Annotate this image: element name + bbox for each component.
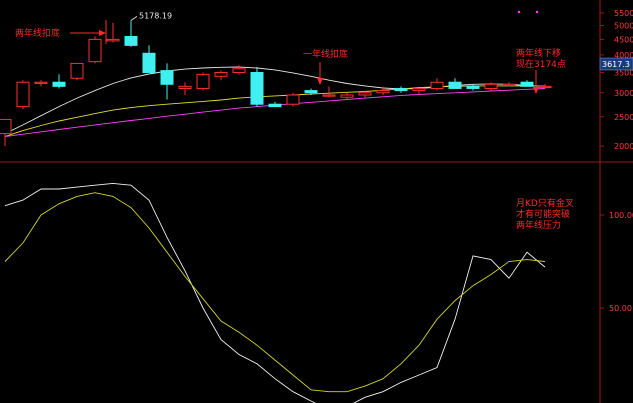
candle-9 xyxy=(160,63,174,100)
candle-body xyxy=(538,85,552,89)
annotation-one-year-base: 一年线扣底 xyxy=(303,48,348,60)
candle-12 xyxy=(214,70,228,81)
candle-10 xyxy=(178,82,192,95)
candle-27 xyxy=(484,82,498,91)
peak-marker xyxy=(130,16,138,21)
price-tick-label: 2000 xyxy=(614,142,633,151)
candle-body xyxy=(52,81,66,87)
annotation-ma-down: 两年线下移 xyxy=(516,47,561,59)
candle-body xyxy=(214,71,228,77)
candle-6 xyxy=(106,22,120,43)
candle-22 xyxy=(394,86,408,93)
marker-dot xyxy=(517,10,521,14)
candle-0 xyxy=(0,118,12,147)
candle-body xyxy=(286,94,300,105)
candle-body xyxy=(268,103,282,108)
marker-dot xyxy=(535,10,539,14)
annotation-kd-3: 两年线压力 xyxy=(516,219,561,231)
arrowhead-current xyxy=(533,87,539,94)
candle-body xyxy=(70,62,84,79)
candle-25 xyxy=(448,78,462,89)
candle-3 xyxy=(52,74,66,89)
price-tick-label: 2500 xyxy=(614,113,633,122)
candle-body xyxy=(502,83,516,86)
candle-body xyxy=(358,92,372,96)
candle-11 xyxy=(196,72,210,91)
candle-16 xyxy=(286,92,300,107)
candle-26 xyxy=(466,84,480,91)
ma-line-0 xyxy=(4,66,546,135)
arrowhead-one-year xyxy=(317,78,323,85)
candle-body xyxy=(448,81,462,89)
candle-body xyxy=(412,87,426,92)
candle-body xyxy=(124,36,138,46)
candle-body xyxy=(88,38,102,63)
annotation-kd-2: 才有可能突破 xyxy=(516,208,570,220)
candle-body xyxy=(520,81,534,87)
candle-body xyxy=(322,94,336,97)
price-tick-label: 5000 xyxy=(614,22,633,31)
candle-19 xyxy=(340,92,354,100)
candle-4 xyxy=(70,62,84,81)
candle-14 xyxy=(250,66,264,107)
candle-body xyxy=(394,87,408,92)
candle-body xyxy=(304,90,318,94)
candle-body xyxy=(484,83,498,89)
chart-stage: 2000 2500 3000 3500 4000 4500 5000 5500 5178.19 3… xyxy=(0,0,633,403)
candle-5 xyxy=(88,36,102,64)
arrowhead-two-year xyxy=(99,30,106,36)
candle-1 xyxy=(16,80,30,110)
candle-24 xyxy=(430,78,444,91)
price-tick-label: 3000 xyxy=(614,89,633,98)
candle-2 xyxy=(34,80,48,87)
annotation-kd-1: 月KD只有金叉 xyxy=(516,197,574,209)
candle-8 xyxy=(142,45,156,73)
candle-body xyxy=(178,85,192,89)
peak-label: 5178.19 xyxy=(139,11,172,20)
candle-body xyxy=(466,85,480,89)
candle-15 xyxy=(268,101,282,108)
candle-30 xyxy=(538,84,552,89)
candle-body xyxy=(106,38,120,42)
kline-chart: 200025003000350040004500500055005178.193… xyxy=(0,0,633,403)
candle-7 xyxy=(124,20,138,47)
candle-body xyxy=(0,118,12,135)
candle-body xyxy=(142,52,156,73)
annotation-current-level: 现在3174点 xyxy=(516,58,566,70)
kd-tick-label: 50.00 xyxy=(609,304,632,313)
candle-body xyxy=(232,68,246,73)
candle-body xyxy=(430,81,444,89)
candle-body xyxy=(250,71,264,105)
candle-body xyxy=(16,81,30,108)
ma-line-1 xyxy=(4,85,545,138)
current-price-label: 3617.3 xyxy=(602,60,630,69)
candle-body xyxy=(376,90,390,94)
candle-13 xyxy=(232,65,246,75)
candle-body xyxy=(196,73,210,89)
annotation-two-year-base: 两年线扣底 xyxy=(15,27,60,39)
kd-line-D xyxy=(4,192,546,393)
candle-body xyxy=(160,70,174,85)
candle-body xyxy=(34,81,48,84)
kd-tick-label: 100.00 xyxy=(609,211,633,220)
candle-28 xyxy=(502,82,516,87)
price-tick-label: 4500 xyxy=(614,35,633,44)
candle-18 xyxy=(322,86,336,98)
candle-body xyxy=(340,94,354,98)
candle-29 xyxy=(520,80,534,87)
price-tick-label: 5500 xyxy=(614,9,633,18)
